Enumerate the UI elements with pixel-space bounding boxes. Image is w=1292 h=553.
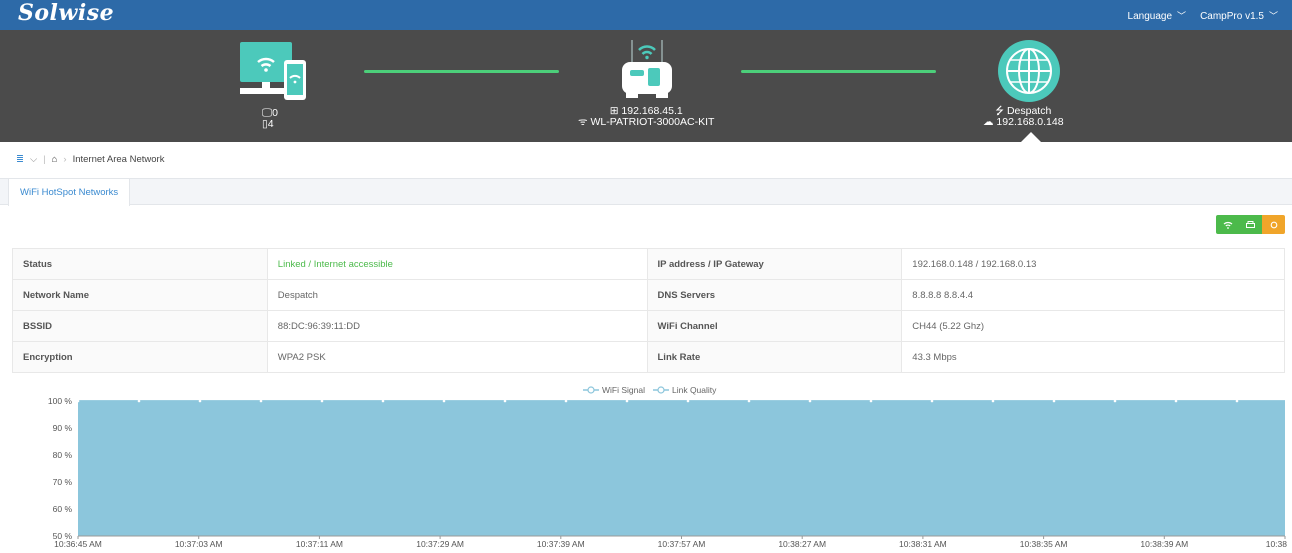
language-label: Language <box>1127 11 1173 22</box>
wifi-scan-button[interactable] <box>1216 215 1239 234</box>
data-point <box>198 399 202 403</box>
router-info: ⊞ 192.168.45.1 ᯤ WL-PATRIOT-3000AC-KIT <box>578 106 714 128</box>
channel-label: WiFi Channel <box>646 310 903 342</box>
link-rate-value: 43.3 Mbps <box>901 341 1285 373</box>
data-point <box>381 399 385 403</box>
router-ssid: WL-PATRIOT-3000AC-KIT <box>590 116 715 128</box>
ip-label: IP address / IP Gateway <box>646 248 903 280</box>
data-point <box>259 399 263 403</box>
signal-chart: 100 %90 %80 %70 %60 %50 %10:36:45 AM 10:3… <box>48 396 1288 549</box>
data-point <box>320 399 324 403</box>
x-tick-label: 10:38:35 AM <box>1020 539 1068 549</box>
data-point <box>991 399 995 403</box>
refresh-button[interactable] <box>1262 215 1285 234</box>
table-row: Encryption WPA2 PSK Link Rate 43.3 Mbps <box>12 341 1285 373</box>
data-point <box>1174 399 1178 403</box>
channel-value: CH44 (5.22 Ghz) <box>901 310 1285 342</box>
bssid-label: BSSID <box>12 310 268 342</box>
data-point <box>442 399 446 403</box>
series-area-1 <box>78 401 1285 536</box>
status-label: Status <box>12 248 268 280</box>
link-line-clients-router <box>364 70 559 73</box>
network-name-label: Network Name <box>12 279 268 311</box>
wifi-icon <box>1223 221 1232 229</box>
printer-icon <box>1246 220 1255 228</box>
chevron-down-icon[interactable]: ⌵ <box>30 154 37 165</box>
language-dropdown[interactable]: Language ﹀ <box>1128 9 1187 22</box>
network-topology: 🖵0 ▯4 ⊞ 192.168.45.1 ᯤ WL-PATRIOT-3000AC… <box>0 30 1292 142</box>
y-tick-label: 60 % <box>53 504 73 514</box>
status-value: Linked / Internet accessible <box>266 248 648 280</box>
selected-node-caret <box>1021 132 1041 142</box>
x-tick-label: 10:38:27 AM <box>778 539 826 549</box>
data-point <box>1235 399 1239 403</box>
wifi-icon: ᯤ <box>578 116 591 128</box>
table-row: Network Name Despatch DNS Servers 8.8.8.… <box>12 279 1285 311</box>
data-point <box>686 399 690 403</box>
data-point <box>1052 399 1056 403</box>
table-row: BSSID 88:DC:96:39:11:DD WiFi Channel CH4… <box>12 310 1285 342</box>
x-tick-label: 10:37:11 AM <box>296 539 343 549</box>
data-point <box>869 399 873 403</box>
data-point <box>747 399 751 403</box>
chevron-down-icon: ﹀ <box>1177 11 1187 21</box>
refresh-icon <box>1270 221 1277 228</box>
x-tick-label: 10:37:29 AM <box>416 539 464 549</box>
data-point <box>1113 399 1117 403</box>
encryption-label: Encryption <box>12 341 268 373</box>
y-tick-label: 90 % <box>53 423 73 433</box>
x-tick-label: 10:38 <box>1266 539 1288 549</box>
link-rate-label: Link Rate <box>646 341 903 373</box>
y-tick-label: 70 % <box>53 477 73 487</box>
action-buttons <box>1216 215 1285 234</box>
network-name-value: Despatch <box>266 279 648 311</box>
data-point <box>930 399 934 403</box>
encryption-value: WPA2 PSK <box>266 341 648 373</box>
wireless-count: 4 <box>267 118 274 130</box>
print-button[interactable] <box>1239 215 1262 234</box>
home-icon[interactable]: ⌂ <box>52 154 58 165</box>
x-tick-label: 10:37:39 AM <box>537 539 585 549</box>
x-tick-label: 10:38:39 AM <box>1140 539 1188 549</box>
menu-icon[interactable]: ≣ <box>16 154 24 165</box>
network-info-table: Status Linked / Internet accessible IP a… <box>12 248 1285 373</box>
clients-icon[interactable] <box>236 40 310 106</box>
globe-icon[interactable] <box>996 38 1062 104</box>
brand-logo: Solwise <box>18 0 115 26</box>
y-tick-label: 100 % <box>48 396 73 406</box>
tab-wifi-hotspot-networks[interactable]: WiFi HotSpot Networks <box>8 178 131 206</box>
router-icon[interactable] <box>616 38 678 104</box>
breadcrumb-current: Internet Area Network <box>72 154 165 165</box>
top-bar: Solwise Language ﹀ CampPro v1.5 ﹀ <box>0 0 1292 30</box>
ip-value: 192.168.0.148 / 192.168.0.13 <box>901 248 1285 280</box>
dns-label: DNS Servers <box>646 279 903 311</box>
bssid-value: 88:DC:96:39:11:DD <box>266 310 648 342</box>
version-dropdown[interactable]: CampPro v1.5 ﹀ <box>1200 9 1278 22</box>
separator: | <box>43 154 46 165</box>
data-point <box>808 399 812 403</box>
clients-counts: 🖵0 ▯4 <box>262 108 278 130</box>
tab-bar <box>0 178 1292 205</box>
cloud-icon: ☁ <box>983 116 997 128</box>
dns-value: 8.8.8.8 8.8.4.4 <box>901 279 1285 311</box>
internet-info: ⭍ Despatch ☁ 192.168.0.148 <box>983 106 1064 128</box>
data-point <box>503 399 507 403</box>
table-row: Status Linked / Internet accessible IP a… <box>12 248 1285 280</box>
link-line-router-internet <box>741 70 936 73</box>
chevron-right-icon: › <box>63 154 67 165</box>
data-point <box>625 399 629 403</box>
x-tick-label: 10:37:03 AM <box>175 539 223 549</box>
x-tick-label: 10:37:57 AM <box>658 539 706 549</box>
data-point <box>76 399 80 403</box>
breadcrumb: ≣ ⌵ | ⌂ › Internet Area Network <box>16 154 164 165</box>
chevron-down-icon: ﹀ <box>1268 11 1278 21</box>
x-tick-label: 10:38:31 AM <box>899 539 947 549</box>
version-label: CampPro v1.5 <box>1200 11 1264 22</box>
x-tick-label: 10:36:45 AM <box>54 539 102 549</box>
data-point <box>137 399 141 403</box>
y-tick-label: 80 % <box>53 450 73 460</box>
data-point <box>564 399 568 403</box>
internet-ip: 192.168.0.148 <box>996 116 1064 128</box>
